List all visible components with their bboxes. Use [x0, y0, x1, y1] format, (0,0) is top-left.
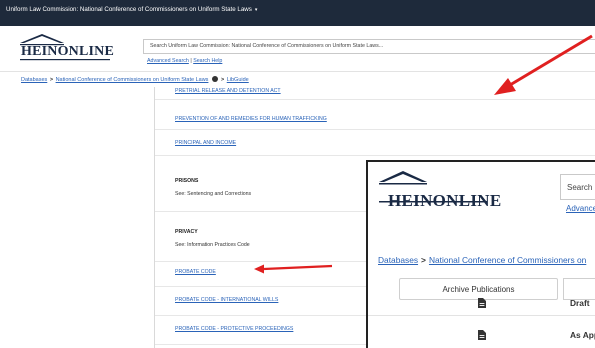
row-label: Draft — [570, 298, 590, 308]
info-icon[interactable] — [211, 76, 218, 82]
libguide-link[interactable]: LibGuide — [227, 77, 249, 83]
breadcrumb-databases[interactable]: Databases — [378, 255, 418, 265]
document-icon[interactable] — [478, 298, 486, 308]
breadcrumb: Databases > National Conference of Commi… — [0, 72, 595, 87]
zoomed-inset-panel: HEINONLINE Search Advance Databases > Nati… — [366, 160, 595, 348]
document-icon[interactable] — [478, 330, 486, 340]
search-help-link[interactable]: Search Help — [193, 58, 222, 64]
title-link[interactable]: PRETRIAL RELEASE AND DETENTION ACT — [175, 88, 281, 94]
collection-title[interactable]: Uniform Law Commission: National Confere… — [6, 6, 252, 13]
logo-text: HEINONLINE — [388, 191, 502, 210]
search-links: Advanced Search | Search Help — [147, 58, 222, 64]
search-input[interactable]: Search Uniform Law Commission: National … — [143, 39, 595, 54]
collection-bar[interactable]: Uniform Law Commission: National Confere… — [0, 0, 595, 26]
breadcrumb-collection[interactable]: National Conference of Commissioners on … — [56, 77, 209, 83]
title-link[interactable]: PROBATE CODE — [175, 269, 216, 275]
section-heading: PRISONS — [175, 178, 199, 184]
list-item: PRINCIPAL AND INCOME — [155, 130, 595, 156]
table-row: Draft — [368, 290, 595, 316]
advanced-search-link[interactable]: Advance — [566, 204, 595, 213]
row-label: As App — [570, 330, 595, 340]
breadcrumb-separator: > — [49, 77, 54, 83]
table-row: As App — [368, 322, 595, 348]
title-link[interactable]: PREVENTION OF AND REMEDIES FOR HUMAN TRA… — [175, 116, 327, 122]
chevron-down-icon[interactable]: ▾ — [255, 7, 258, 13]
list-item: PREVENTION OF AND REMEDIES FOR HUMAN TRA… — [155, 100, 595, 130]
see-reference: See: Information Practices Code — [175, 242, 250, 248]
see-reference: See: Sentencing and Corrections — [175, 191, 252, 197]
breadcrumb-databases[interactable]: Databases — [21, 77, 47, 83]
list-item: PRETRIAL RELEASE AND DETENTION ACT — [155, 87, 595, 100]
site-header: HEINONLINE Search Uniform Law Commission… — [0, 26, 595, 72]
section-heading: PRIVACY — [175, 229, 198, 235]
title-link[interactable]: PROBATE CODE - INTERNATIONAL WILLS — [175, 297, 278, 303]
breadcrumb: Databases > National Conference of Commiss… — [378, 255, 586, 265]
breadcrumb-separator: > — [220, 77, 225, 83]
breadcrumb-collection[interactable]: National Conference of Commissioners on — [429, 255, 586, 265]
title-link[interactable]: PRINCIPAL AND INCOME — [175, 140, 236, 146]
search-input[interactable]: Search — [560, 174, 595, 200]
sidebar — [0, 87, 155, 348]
advanced-search-link[interactable]: Advanced Search — [147, 58, 189, 64]
heinonline-logo[interactable]: HEINONLINE — [18, 33, 128, 63]
link-separator: | — [190, 58, 192, 64]
heinonline-logo[interactable]: HEINONLINE — [376, 170, 501, 210]
breadcrumb-separator: > — [421, 255, 426, 265]
logo-text: HEINONLINE — [21, 44, 115, 59]
title-link[interactable]: PROBATE CODE - PROTECTIVE PROCEEDINGS — [175, 326, 293, 332]
